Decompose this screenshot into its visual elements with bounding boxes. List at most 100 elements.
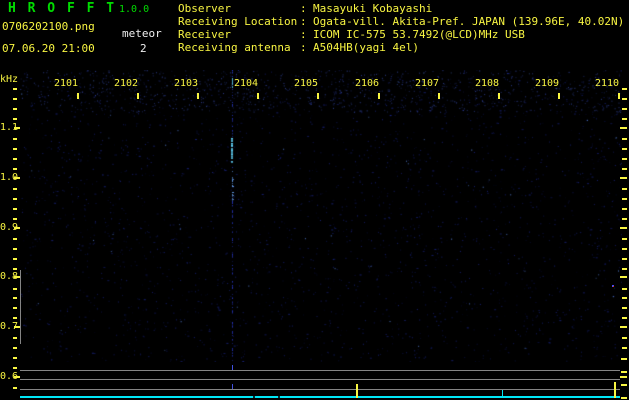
freq-major-tick-right (620, 177, 627, 179)
freq-minor-tick (13, 218, 17, 220)
freq-minor-tick (13, 317, 17, 319)
app-version: 1.0.0 (119, 4, 150, 15)
freq-minor-tick-right (622, 258, 627, 260)
signal-dot-red (613, 286, 614, 287)
freq-minor-tick-right (622, 218, 627, 220)
level-bar-gap (253, 396, 255, 398)
time-tick (558, 93, 560, 99)
level-spike (614, 382, 616, 398)
info-value: A504HB(yagi 4el) (313, 41, 419, 54)
event-marker-tick (232, 384, 233, 389)
freq-minor-tick-right (622, 297, 627, 299)
level-bar-gap (278, 396, 280, 398)
level-axis-tick-right (621, 371, 627, 373)
freq-minor-tick-right (622, 347, 627, 349)
info-label: Receiver (178, 28, 231, 41)
freq-major-tick (14, 376, 20, 378)
time-tick-label: 2109 (535, 78, 560, 89)
level-bar (20, 396, 620, 398)
time-tick (257, 93, 259, 99)
freq-minor-tick-right (622, 188, 627, 190)
freq-minor-tick-right (622, 307, 627, 309)
time-tick-label: 2101 (54, 78, 79, 89)
freq-minor-tick-right (622, 148, 627, 150)
freq-minor-tick (13, 297, 17, 299)
freq-minor-tick (13, 88, 17, 90)
app-title: H R O F F T (8, 1, 117, 16)
freq-minor-tick-right (622, 168, 627, 170)
level-axis-tick-right (621, 397, 627, 399)
info-separator: : (300, 2, 307, 15)
freq-minor-tick (13, 367, 17, 369)
freq-minor-tick (13, 138, 17, 140)
freq-minor-tick-right (622, 88, 627, 90)
time-tick-label: 2103 (174, 78, 199, 89)
level-grid-line (20, 370, 620, 371)
freq-minor-tick (13, 208, 17, 210)
freq-minor-tick (13, 268, 17, 270)
freq-minor-tick-right (622, 248, 627, 250)
spectrogram-canvas (20, 70, 622, 362)
freq-minor-tick-right (622, 198, 627, 200)
freq-minor-tick (13, 148, 17, 150)
freq-major-tick-right (620, 276, 627, 278)
capture-filename: 0706202100.png (2, 20, 95, 33)
level-axis-tick-right (621, 358, 627, 360)
info-value: Ogata-vill. Akita-Pref. JAPAN (139.96E, … (313, 15, 625, 28)
level-grid-line (20, 379, 620, 380)
freq-minor-tick (13, 258, 17, 260)
freq-minor-tick (13, 98, 17, 100)
mode-label: meteor (122, 27, 162, 40)
freq-major-tick-right (620, 227, 627, 229)
time-tick-label: 2104 (234, 78, 259, 89)
freq-minor-tick (13, 158, 17, 160)
freq-minor-tick-right (622, 208, 627, 210)
info-row: Receiving antenna: A504HB(yagi 4el) (178, 41, 624, 54)
header-info: Observer: Masayuki Kobayashi Receiving Loc… (178, 2, 624, 54)
meteor-count: 2 (140, 42, 147, 55)
info-separator: : (300, 15, 307, 28)
time-tick-label: 2108 (475, 78, 500, 89)
info-separator: : (300, 41, 307, 54)
freq-major-tick (14, 177, 20, 179)
time-tick (317, 93, 319, 99)
freq-minor-tick-right (622, 158, 627, 160)
freq-minor-tick (13, 188, 17, 190)
freq-minor-tick-right (622, 288, 627, 290)
freq-minor-tick-right (622, 317, 627, 319)
freq-minor-tick (13, 238, 17, 240)
freq-minor-tick (13, 357, 17, 359)
freq-minor-tick-right (622, 268, 627, 270)
time-tick-label: 2102 (114, 78, 139, 89)
freq-major-tick-right (620, 326, 627, 328)
time-tick (378, 93, 380, 99)
freq-minor-tick-right (622, 108, 627, 110)
freq-minor-tick (13, 198, 17, 200)
freq-minor-tick-right (622, 98, 627, 100)
capture-datetime: 07.06.20 21:00 (2, 42, 95, 55)
time-tick (77, 93, 79, 99)
freq-major-tick (14, 227, 20, 229)
freq-major-tick-right (620, 376, 627, 378)
info-value: ICOM IC-575 53.7492(@LCD)MHz USB (313, 28, 525, 41)
time-tick (618, 93, 620, 99)
level-grid-line (20, 389, 620, 390)
info-row: Receiver: ICOM IC-575 53.7492(@LCD)MHz US… (178, 28, 624, 41)
time-tick (438, 93, 440, 99)
freq-minor-tick (13, 118, 17, 120)
time-tick-label: 2105 (294, 78, 319, 89)
level-tick-cyan (502, 390, 503, 396)
time-tick-label: 2107 (415, 78, 440, 89)
freq-minor-tick-right (622, 118, 627, 120)
info-value: Masayuki Kobayashi (313, 2, 433, 15)
freq-minor-tick (13, 307, 17, 309)
hrofft-window: H R O F F T 1.0.0 0706202100.png meteor … (0, 0, 629, 400)
freq-minor-tick (13, 337, 17, 339)
freq-minor-tick (13, 347, 17, 349)
time-tick (137, 93, 139, 99)
level-axis-tick-right (621, 384, 627, 386)
info-separator: : (300, 28, 307, 41)
level-spike (356, 384, 358, 398)
info-label: Receiving Location (178, 15, 298, 28)
info-label: Observer (178, 2, 231, 15)
